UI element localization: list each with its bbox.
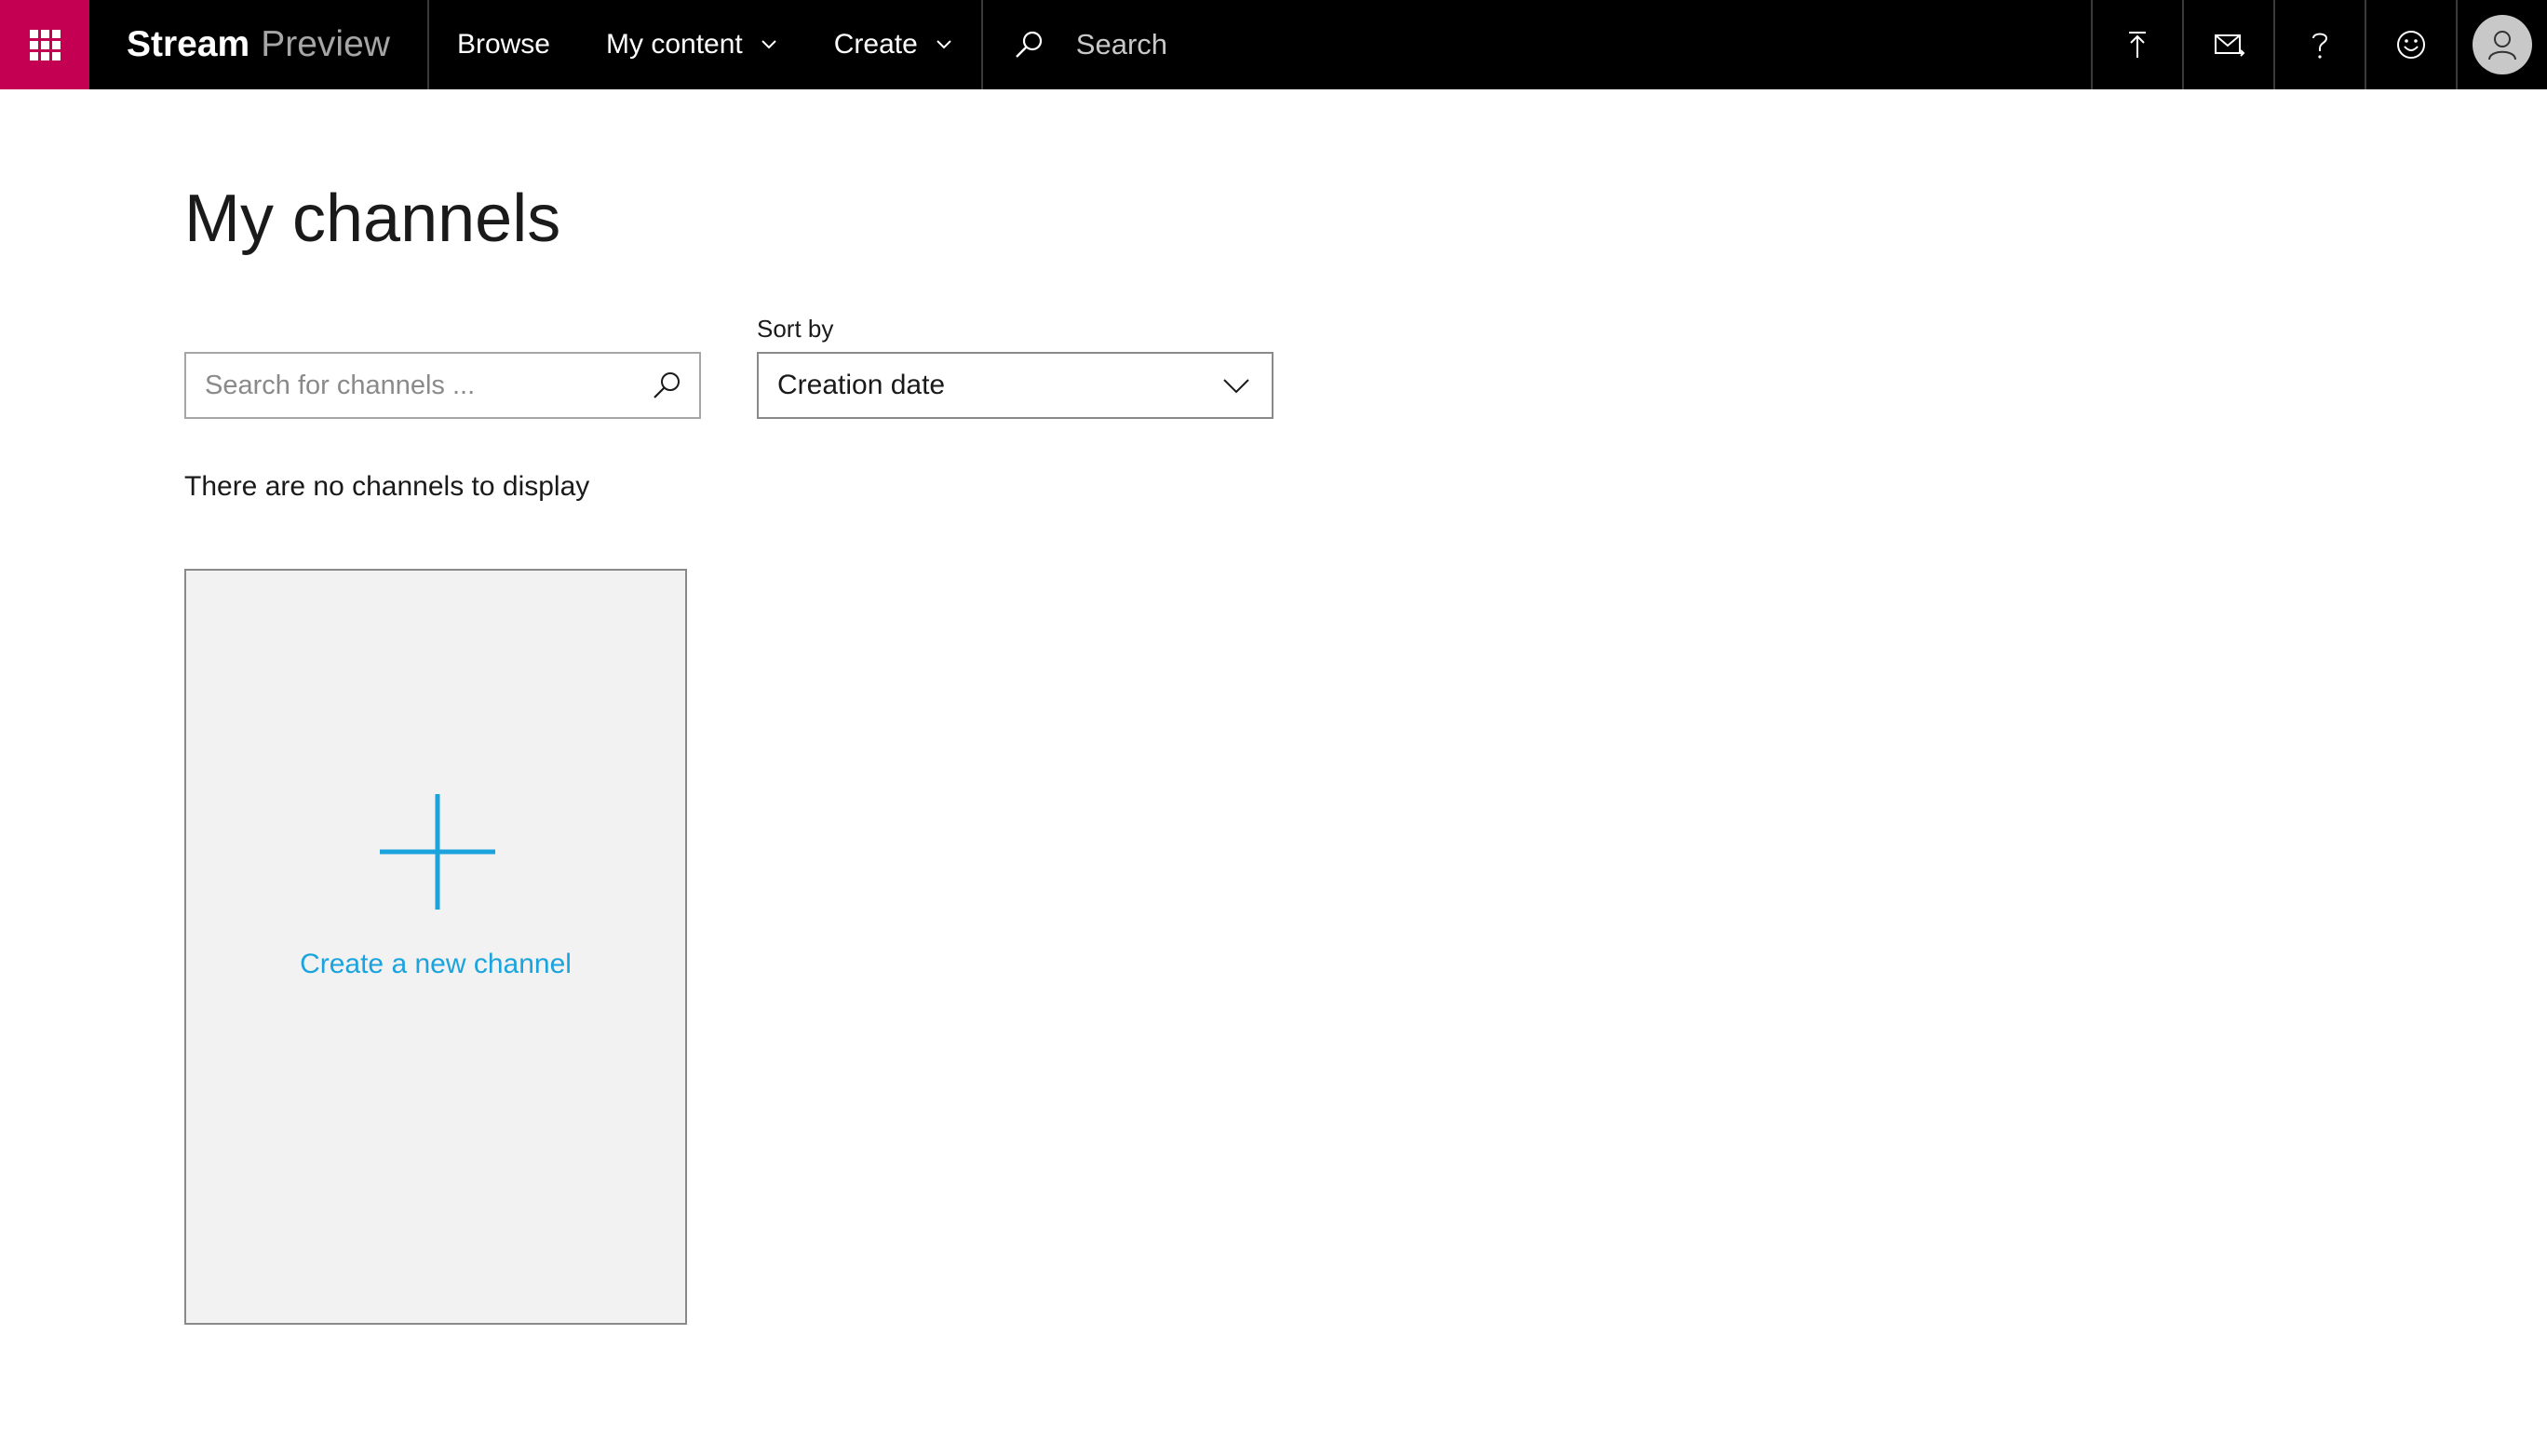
avatar-icon bbox=[2488, 31, 2516, 61]
app-launcher-button[interactable] bbox=[0, 0, 89, 89]
nav-browse-label: Browse bbox=[456, 29, 550, 60]
global-search-placeholder: Search bbox=[1075, 28, 1168, 61]
main-nav: Browse My content Create bbox=[429, 0, 983, 89]
feedback-button[interactable] bbox=[2365, 0, 2456, 89]
brand-name: Stream bbox=[127, 24, 250, 64]
brand-sub: Preview bbox=[261, 24, 390, 64]
nav-my-content-label: My content bbox=[606, 29, 743, 60]
create-channel-card[interactable]: Create a new channel bbox=[184, 569, 687, 1325]
chevron-down-icon bbox=[761, 40, 776, 49]
help-icon bbox=[2312, 33, 2328, 59]
chevron-down-icon bbox=[937, 40, 951, 49]
upload-icon bbox=[2129, 32, 2146, 58]
channel-search-box bbox=[184, 352, 701, 419]
plus-icon bbox=[380, 794, 495, 910]
chevron-down-icon bbox=[1223, 379, 1249, 394]
empty-state-message: There are no channels to display bbox=[184, 471, 590, 502]
feedback-smiley-icon bbox=[2397, 31, 2425, 59]
sort-by-label: Sort by bbox=[757, 315, 834, 343]
brand-logo[interactable]: Stream Preview bbox=[89, 0, 429, 89]
search-icon[interactable] bbox=[651, 369, 684, 402]
app-launcher-icon bbox=[29, 29, 61, 61]
account-button[interactable] bbox=[2456, 0, 2547, 89]
invite-icon bbox=[2215, 34, 2245, 57]
create-channel-label: Create a new channel bbox=[300, 949, 572, 979]
invite-button[interactable] bbox=[2182, 0, 2273, 89]
nav-my-content[interactable]: My content bbox=[578, 0, 806, 89]
avatar bbox=[2473, 15, 2532, 74]
search-icon bbox=[1015, 31, 1042, 58]
page-title: My channels bbox=[184, 182, 561, 256]
nav-create[interactable]: Create bbox=[806, 0, 981, 89]
upload-button[interactable] bbox=[2091, 0, 2182, 89]
nav-browse[interactable]: Browse bbox=[429, 0, 578, 89]
sort-by-dropdown[interactable]: Creation date bbox=[757, 352, 1274, 419]
channel-search-input[interactable] bbox=[186, 354, 651, 417]
sort-by-selected: Creation date bbox=[777, 370, 946, 400]
help-button[interactable] bbox=[2273, 0, 2365, 89]
global-search[interactable]: Search bbox=[983, 0, 2091, 89]
nav-create-label: Create bbox=[833, 29, 918, 60]
top-nav-bar: Stream Preview Browse My content Create … bbox=[0, 0, 2547, 89]
